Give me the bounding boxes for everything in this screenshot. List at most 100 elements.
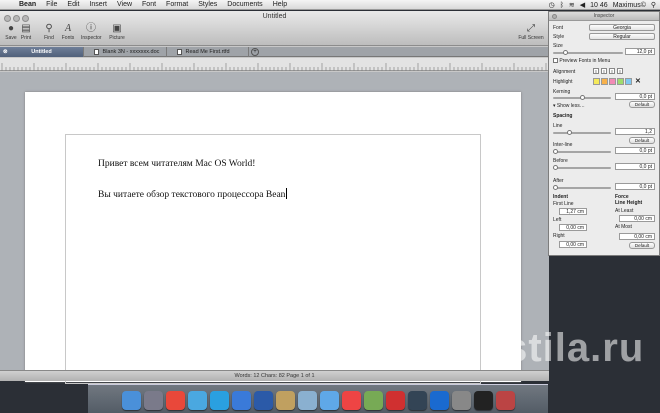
photo-icon[interactable]: [363, 391, 383, 410]
at-least-field[interactable]: 0,00 cm: [619, 215, 655, 222]
highlight-orange-swatch[interactable]: [601, 78, 608, 85]
kerning-field[interactable]: 0,0 pt: [615, 93, 655, 100]
lightroom-icon[interactable]: [407, 391, 427, 410]
slider-knob[interactable]: [567, 130, 572, 135]
clear-highlight-icon[interactable]: ✕: [635, 77, 641, 85]
wifi-icon[interactable]: ≋: [569, 1, 575, 9]
bean-icon[interactable]: [275, 391, 295, 410]
tab-document-2[interactable]: Blank 3N - xxxxxxx.doc: [84, 47, 167, 57]
system-prefs-icon[interactable]: [451, 391, 471, 410]
font-select[interactable]: Georgia: [589, 24, 655, 31]
style-select[interactable]: Regular: [589, 33, 655, 40]
line-spacing-slider[interactable]: [553, 130, 611, 135]
at-most-field[interactable]: 0,00 cm: [619, 233, 655, 240]
word-icon[interactable]: [253, 391, 273, 410]
launchpad-icon[interactable]: [143, 391, 163, 410]
itunes-icon[interactable]: [319, 391, 339, 410]
highlight-blue-swatch[interactable]: [625, 78, 632, 85]
inspector-panel: Inspector Font Georgia Style Regular Siz…: [548, 11, 660, 256]
menu-font[interactable]: Font: [137, 1, 161, 8]
menu-documents[interactable]: Documents: [222, 1, 267, 8]
fonts-icon: A: [64, 23, 72, 34]
slider-knob[interactable]: [553, 185, 558, 190]
line-spacing-field[interactable]: 1,2: [615, 128, 655, 135]
first-line-field[interactable]: 1,27 cm: [559, 208, 587, 215]
after-slider[interactable]: [553, 185, 611, 190]
fonts-button[interactable]: A Fonts: [58, 23, 78, 41]
inspector-title-bar: Inspector: [549, 12, 659, 21]
picture-button[interactable]: ▣ Picture: [107, 23, 127, 41]
preview-icon[interactable]: [297, 391, 317, 410]
size-slider[interactable]: [553, 50, 623, 55]
document-line-2[interactable]: Вы читаете обзор текстового процессора B…: [98, 188, 288, 200]
find-button[interactable]: ⚲ Find: [39, 23, 59, 41]
slider-knob[interactable]: [553, 149, 558, 154]
clock[interactable]: 10 46: [590, 2, 608, 9]
twitter-icon[interactable]: [187, 391, 207, 410]
slider-knob[interactable]: [553, 165, 558, 170]
tab-untitled[interactable]: ⊗ Untitled: [0, 47, 84, 57]
page[interactable]: Привет всем читателям Mac OS World! Вы ч…: [25, 92, 521, 384]
menu-help[interactable]: Help: [268, 1, 292, 8]
align-left-icon[interactable]: ≡: [593, 68, 599, 74]
kerning-slider[interactable]: [553, 95, 611, 100]
line-height-heading: Line Height: [615, 200, 643, 206]
kerning-default-button[interactable]: Default: [629, 101, 655, 108]
menu-view[interactable]: View: [112, 1, 137, 8]
interline-slider[interactable]: [553, 149, 611, 154]
inspector-close-button[interactable]: [552, 14, 557, 19]
inspector-button[interactable]: ⓘ Inspector: [81, 23, 102, 41]
terminal-icon[interactable]: [473, 391, 493, 410]
ruler[interactable]: [0, 58, 549, 71]
after-field[interactable]: 0,0 pt: [615, 183, 655, 190]
status-bar: Words: 12 Chars: 82 Page 1 of 1: [0, 370, 549, 381]
align-right-icon[interactable]: ≡: [609, 68, 615, 74]
menu-format[interactable]: Format: [161, 1, 193, 8]
menu-bean[interactable]: Bean: [14, 1, 41, 8]
line-default-button[interactable]: Default: [629, 137, 655, 144]
new-tab-button[interactable]: +: [251, 48, 259, 56]
spacing-heading: Spacing: [553, 113, 573, 119]
highlight-pink-swatch[interactable]: [609, 78, 616, 85]
align-justify-icon[interactable]: ≡: [617, 68, 623, 74]
menu-file[interactable]: File: [41, 1, 62, 8]
photoshop-icon[interactable]: [429, 391, 449, 410]
highlight-green-swatch[interactable]: [617, 78, 624, 85]
document-line-1[interactable]: Привет всем читателям Mac OS World!: [98, 159, 255, 169]
tab-read-me[interactable]: Read Me First.rtfd: [167, 47, 249, 57]
sync-icon[interactable]: ◷: [549, 1, 555, 9]
preview-fonts-checkbox[interactable]: Preview Fonts in Menu: [553, 58, 610, 64]
chrome-icon[interactable]: [165, 391, 185, 410]
menu-styles[interactable]: Styles: [193, 1, 222, 8]
show-less-toggle[interactable]: ▾ Show less…: [553, 103, 585, 109]
slider-knob[interactable]: [580, 95, 585, 100]
spotlight-icon[interactable]: ⚲: [651, 1, 656, 9]
before-slider[interactable]: [553, 165, 611, 170]
after-label: After: [553, 178, 564, 184]
print-button[interactable]: ▤ Print: [16, 23, 36, 41]
photo-booth-icon[interactable]: [495, 391, 515, 410]
user-menu[interactable]: Maximus©: [613, 2, 646, 9]
bluetooth-icon[interactable]: ᛒ: [560, 2, 564, 9]
inspector-icon: ⓘ: [86, 23, 96, 34]
line-height-default-button[interactable]: Default: [629, 242, 655, 249]
right-indent-field[interactable]: 0,00 cm: [559, 241, 587, 248]
finder-icon[interactable]: [121, 391, 141, 410]
calendar-icon[interactable]: [341, 391, 361, 410]
menu-edit[interactable]: Edit: [62, 1, 84, 8]
app-store-icon[interactable]: [231, 391, 251, 410]
tab-close-icon[interactable]: ⊗: [3, 47, 8, 57]
highlight-yellow-swatch[interactable]: [593, 78, 600, 85]
style-label: Style: [553, 34, 565, 40]
size-field[interactable]: 12,0 pt: [625, 48, 655, 55]
adobe-icon[interactable]: [385, 391, 405, 410]
before-field[interactable]: 0,0 pt: [615, 163, 655, 170]
interline-field[interactable]: 0,0 pt: [615, 147, 655, 154]
slider-knob[interactable]: [563, 50, 568, 55]
menu-insert[interactable]: Insert: [84, 1, 112, 8]
full-screen-button[interactable]: ⤢ Full Screen: [516, 23, 546, 41]
align-center-icon[interactable]: ≡: [601, 68, 607, 74]
volume-icon[interactable]: ◀: [580, 1, 585, 9]
skype-icon[interactable]: [209, 391, 229, 410]
left-indent-field[interactable]: 0,00 cm: [559, 224, 587, 231]
